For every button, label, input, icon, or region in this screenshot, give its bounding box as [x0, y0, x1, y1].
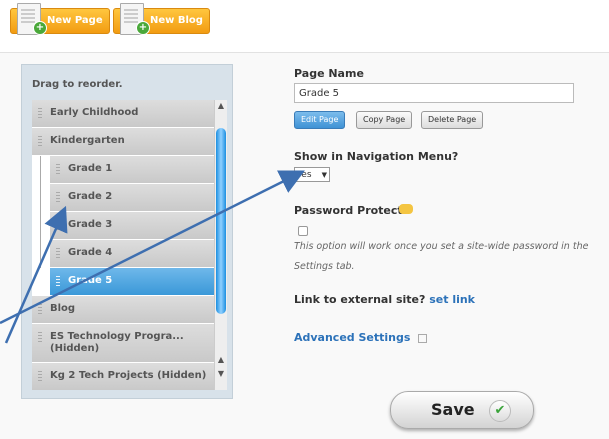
annotation-arrows	[0, 170, 305, 344]
annotation-arrow	[4, 205, 68, 344]
annotation-arrow	[0, 170, 305, 325]
